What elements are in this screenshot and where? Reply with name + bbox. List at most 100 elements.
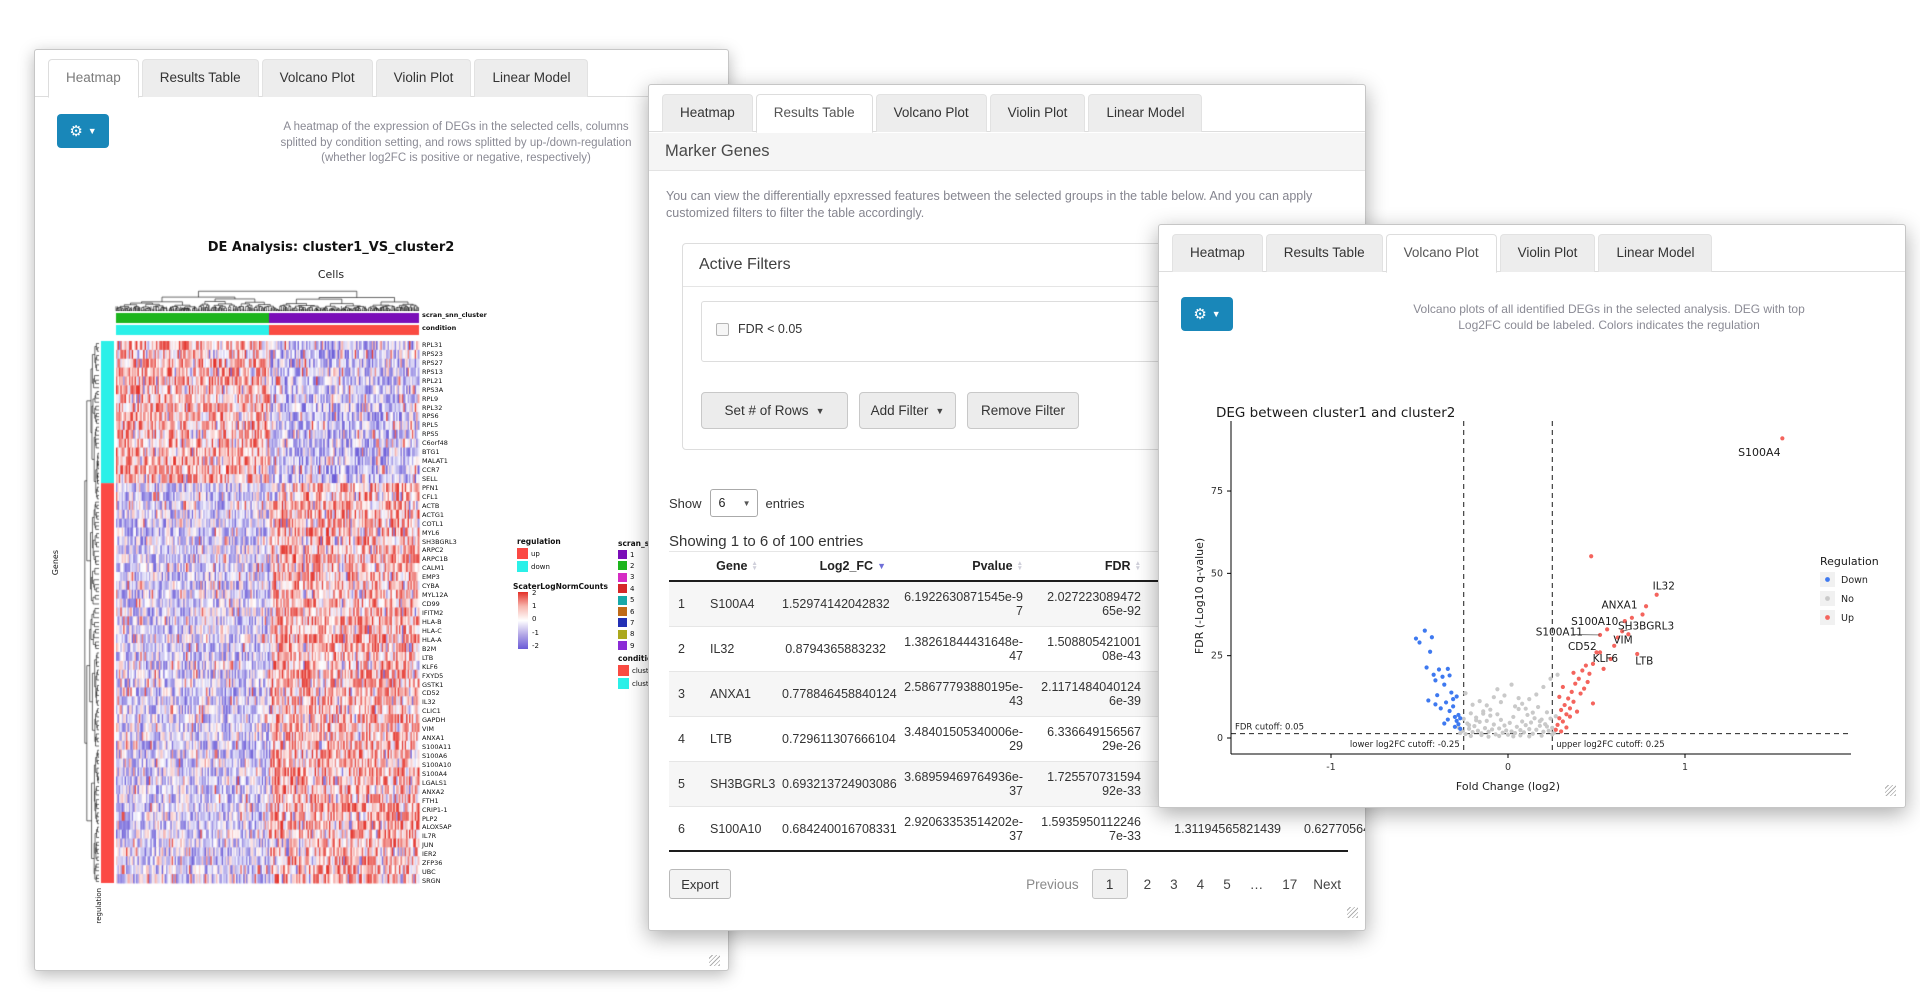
volcano-point-no — [1458, 730, 1463, 736]
column-header-fdr[interactable]: FDR ▲ ▼ — [1032, 556, 1150, 576]
tab-heatmap[interactable]: Heatmap — [662, 94, 753, 132]
sort-desc-icon: ▼ — [877, 561, 886, 571]
tab-linear-model[interactable]: Linear Model — [1088, 94, 1203, 132]
volcano-legend-label: Up — [1841, 613, 1854, 624]
column-header-gene[interactable]: Gene ▲ ▼ — [701, 556, 773, 576]
volcano-point-no — [1535, 704, 1541, 710]
volcano-point-no — [1516, 696, 1521, 701]
pagination-page-5[interactable]: 5 — [1220, 877, 1234, 892]
volcano-point-no — [1532, 716, 1537, 721]
sort-icon: ▲ ▼ — [1016, 560, 1023, 572]
legend-item: 9 — [618, 641, 634, 651]
tab-violin-plot[interactable]: Violin Plot — [1499, 234, 1596, 272]
pagination-page-17[interactable]: 17 — [1279, 877, 1300, 892]
tab-heatmap[interactable]: Heatmap — [1172, 234, 1263, 272]
tab-heatmap[interactable]: Heatmap — [48, 59, 139, 98]
volcano-point-no — [1525, 712, 1530, 718]
volcano-point-no — [1468, 733, 1473, 739]
column-header-log2fc[interactable]: Log2_FC ▼ — [773, 556, 895, 576]
export-button[interactable]: Export — [669, 869, 731, 899]
volcano-point-no — [1505, 732, 1511, 737]
gene-label: FTH1 — [422, 796, 439, 805]
column-header-pvalue[interactable]: Pvalue ▲ ▼ — [895, 556, 1032, 576]
tab-volcano-plot[interactable]: Volcano Plot — [1385, 234, 1497, 273]
volcano-point-no — [1528, 720, 1534, 725]
volcano-point-up — [1640, 612, 1645, 617]
showing-entries-text: Showing 1 to 6 of 100 entries — [669, 533, 864, 550]
tab-linear-model[interactable]: Linear Model — [474, 59, 589, 97]
volcano-point-down — [1451, 697, 1456, 702]
remove-filter-button[interactable]: Remove Filter — [967, 392, 1079, 429]
heatmap-description: A heatmap of the expression of DEGs in t… — [280, 121, 632, 165]
pagination-previous[interactable]: Previous — [1026, 877, 1079, 892]
tab-results-table[interactable]: Results Table — [1265, 234, 1383, 272]
volcano-point-up — [1580, 668, 1585, 673]
sort-icon: ▲ ▼ — [751, 560, 758, 572]
volcano-point-down — [1417, 640, 1422, 645]
fdr-filter-checkbox[interactable] — [716, 323, 729, 336]
tab-volcano-plot[interactable]: Volcano Plot — [875, 94, 987, 132]
table-row[interactable]: 6 S100A10 0.684240016708331 2.9206335351420… — [669, 807, 1365, 852]
volcano-point-no — [1511, 714, 1516, 720]
volcano-point-up — [1582, 686, 1587, 691]
add-filter-button[interactable]: Add Filter ▼ — [859, 392, 956, 429]
gene-label: LGALS1 — [422, 778, 447, 787]
gene-label: PFN1 — [422, 483, 439, 492]
volcano-point-no — [1553, 714, 1558, 719]
volcano-legend-title: Regulation — [1820, 555, 1879, 568]
heatmap-options-button[interactable]: ⚙ ▼ — [57, 114, 109, 148]
gene-label: RPS23 — [422, 349, 443, 358]
volcano-point-down — [1456, 722, 1461, 727]
volcano-point-no — [1495, 712, 1500, 717]
heatmap-title: DE Analysis: cluster1_VS_cluster2 — [207, 240, 455, 255]
gene-label: PLP2 — [422, 814, 438, 823]
volcano-point-up — [1564, 725, 1569, 730]
tab-results-table[interactable]: Results Table — [755, 94, 873, 133]
pagination-page-4[interactable]: 4 — [1194, 877, 1208, 892]
pagination-page-1[interactable]: 1 — [1091, 869, 1128, 899]
tab-violin-plot[interactable]: Violin Plot — [375, 59, 472, 97]
gene-label: RPS5 — [422, 430, 439, 439]
pagination-page-2[interactable]: 2 — [1141, 877, 1155, 892]
resize-grip[interactable] — [709, 955, 720, 966]
volcano-point-no — [1527, 727, 1532, 732]
pagination-page-3[interactable]: 3 — [1167, 877, 1181, 892]
tab-linear-model[interactable]: Linear Model — [1598, 234, 1713, 272]
set-rows-button[interactable]: Set # of Rows ▼ — [701, 392, 848, 429]
volcano-point-no — [1539, 733, 1544, 738]
volcano-point-up — [1555, 722, 1560, 727]
volcano-point-no — [1461, 716, 1466, 722]
volcano-point-no — [1497, 733, 1502, 739]
volcano-point-up — [1567, 714, 1573, 719]
volcano-point-no — [1537, 723, 1542, 728]
pagination-next[interactable]: Next — [1313, 877, 1341, 892]
results-description-line2: customized filters to filter the table a… — [666, 206, 925, 220]
gene-label: IL32 — [422, 698, 436, 707]
volcano-options-button[interactable]: ⚙ ▼ — [1181, 297, 1233, 331]
tab-results-table[interactable]: Results Table — [141, 59, 259, 97]
volcano-point-no — [1474, 718, 1479, 723]
gene-label: MYL12A — [422, 591, 448, 600]
volcano-point-no — [1466, 723, 1472, 728]
gene-label: EMP3 — [422, 573, 440, 582]
y-tick-label: 0 — [1217, 733, 1223, 744]
volcano-point-up — [1583, 663, 1588, 668]
resize-grip[interactable] — [1347, 907, 1358, 918]
volcano-point-no — [1472, 724, 1477, 729]
volcano-point-no — [1486, 734, 1491, 739]
tab-volcano-plot[interactable]: Volcano Plot — [261, 59, 373, 97]
gene-label: IER2 — [422, 850, 437, 859]
volcano-point-down — [1442, 682, 1447, 687]
gene-label: GSTK1 — [422, 680, 444, 689]
volcano-point-down — [1426, 698, 1431, 703]
entries-select[interactable]: 6 ▼ — [709, 489, 758, 517]
resize-grip[interactable] — [1885, 785, 1896, 796]
volcano-point-down — [1424, 665, 1429, 670]
gene-label: UBC — [422, 868, 436, 877]
volcano-point-no — [1477, 699, 1482, 704]
volcano-point-down — [1438, 706, 1443, 711]
volcano-point-no — [1504, 728, 1509, 733]
tab-violin-plot[interactable]: Violin Plot — [989, 94, 1086, 132]
gene-label: RPS13 — [422, 367, 443, 376]
x-axis-label: Fold Change (log2) — [1456, 780, 1560, 793]
